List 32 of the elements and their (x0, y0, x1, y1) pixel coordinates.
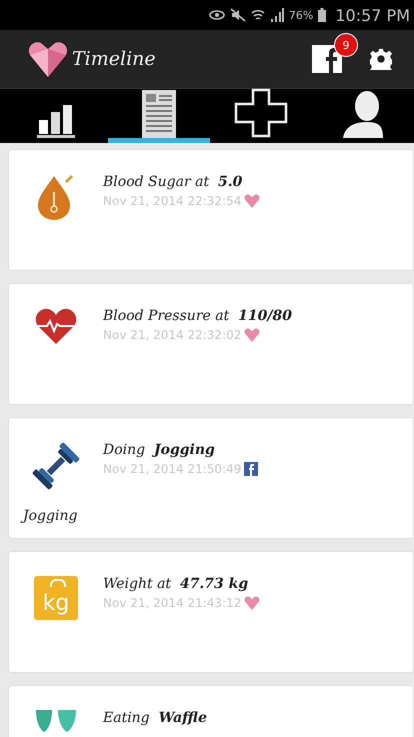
notification-badge: 9 (334, 33, 358, 57)
facebook-icon[interactable] (312, 45, 342, 73)
scale-icon: kg (34, 576, 78, 620)
signal-icon (270, 8, 284, 22)
tab[interactable] (108, 89, 210, 143)
activity-label: Jogging (23, 508, 78, 524)
entry-title: Blood Sugar at 5.0 (103, 174, 244, 190)
wifi-icon (250, 8, 265, 22)
dumbbell-icon (32, 442, 80, 490)
settings-icon[interactable] (370, 48, 392, 70)
entry-title: Eating Waffle (103, 710, 208, 726)
eye-icon (208, 10, 225, 20)
facebook-icon (244, 462, 258, 476)
battery-icon (318, 8, 326, 22)
blood-drop-icon (36, 174, 76, 220)
battery-percent: 76% (288, 8, 314, 22)
document-icon (142, 90, 176, 138)
heart-icon (244, 596, 260, 610)
person-icon (343, 90, 383, 138)
entry-title: Doing Jogging (103, 442, 216, 458)
heartbeat-icon (35, 308, 77, 344)
entry-title: Weight at 47.73 kg (103, 576, 250, 592)
heart-logo-icon (28, 41, 68, 77)
timeline-card[interactable]: Eating Waffle (8, 685, 414, 737)
mute-icon (230, 8, 246, 22)
bar-chart-icon (37, 102, 77, 138)
heart-icon (244, 328, 260, 342)
heart-icon (244, 194, 260, 208)
app-title: Timeline (72, 48, 156, 70)
clock: 10:57 PM (335, 6, 410, 24)
entry-title: Blood Pressure at 110/80 (103, 308, 292, 324)
medical-cross-icon (234, 88, 288, 138)
